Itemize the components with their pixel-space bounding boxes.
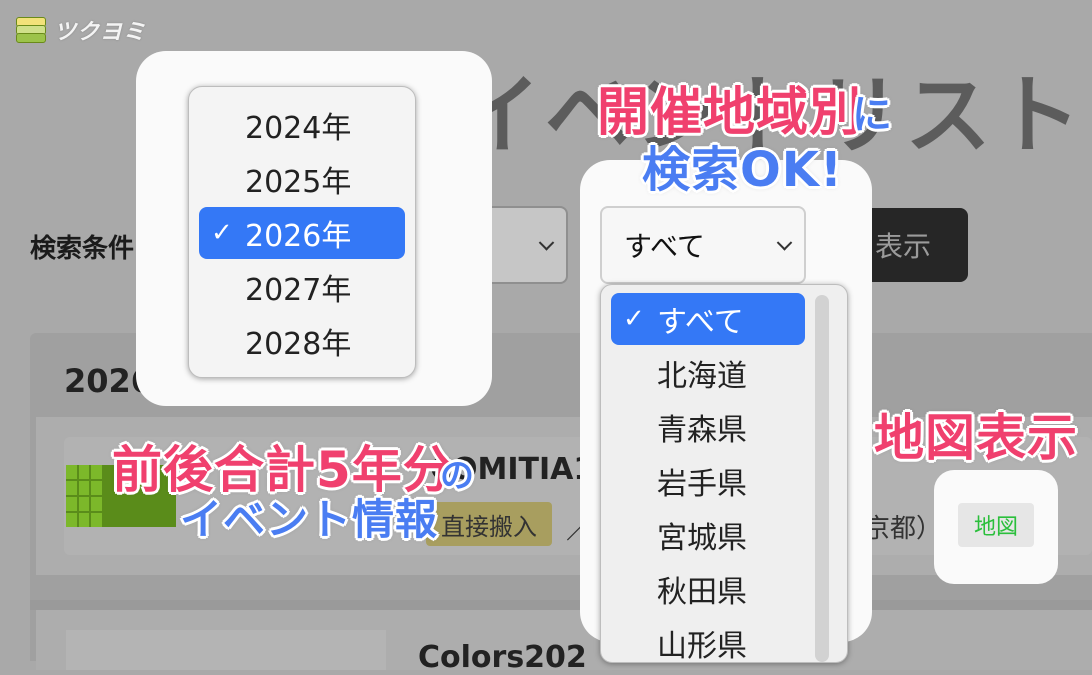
search-conditions-label: 検索条件: [30, 234, 135, 264]
prefecture-option[interactable]: 山形県: [611, 617, 805, 662]
year-dropdown-list[interactable]: 2024年 2025年 ✓ 2026年 2027年 2028年: [188, 86, 416, 378]
event-title[interactable]: Colors202: [418, 640, 587, 675]
chevron-down-icon: [776, 235, 793, 251]
caption-region-particle: に: [852, 92, 893, 138]
checkmark-icon: ✓: [623, 304, 645, 334]
caption-map: 地図表示: [874, 409, 1078, 467]
prefecture-option-selected[interactable]: ✓ すべて: [611, 293, 805, 345]
prefecture-select-value: すべて: [624, 230, 705, 263]
logo-text: ツクヨミ: [54, 20, 147, 45]
event-thumbnail[interactable]: [66, 630, 386, 670]
prefecture-option[interactable]: 岩手県: [611, 455, 805, 507]
prefecture-option[interactable]: 秋田県: [611, 563, 805, 615]
prefecture-option[interactable]: 青森県: [611, 401, 805, 453]
year-option[interactable]: 2027年: [199, 261, 405, 313]
prefecture-option[interactable]: 宮城県: [611, 509, 805, 561]
divider: [30, 600, 1092, 610]
prefecture-dropdown-list[interactable]: ✓ すべて 北海道 青森県 岩手県 宮城県 秋田県 山形県: [600, 284, 848, 663]
prefecture-select[interactable]: すべて: [600, 206, 806, 284]
dropdown-scrollbar[interactable]: [815, 295, 829, 662]
checkmark-icon: ✓: [211, 218, 233, 248]
books-icon: [14, 15, 48, 45]
year-option[interactable]: 2028年: [199, 315, 405, 367]
map-button[interactable]: 地図: [958, 503, 1034, 547]
caption-search-ok: 検索OK!: [642, 142, 843, 198]
year-option[interactable]: 2025年: [199, 153, 405, 205]
caption-years-particle: の: [440, 456, 475, 496]
year-option-selected[interactable]: ✓ 2026年: [199, 207, 405, 259]
event-thumbnail-pattern: [66, 465, 102, 527]
app-logo[interactable]: ツクヨミ: [14, 14, 146, 46]
caption-event-info: イベント情報: [180, 495, 439, 544]
direct-delivery-tag: 直接搬入: [426, 502, 552, 546]
prefecture-option[interactable]: 北海道: [611, 347, 805, 399]
year-option[interactable]: 2024年: [199, 99, 405, 151]
chevron-down-icon: [538, 235, 555, 251]
